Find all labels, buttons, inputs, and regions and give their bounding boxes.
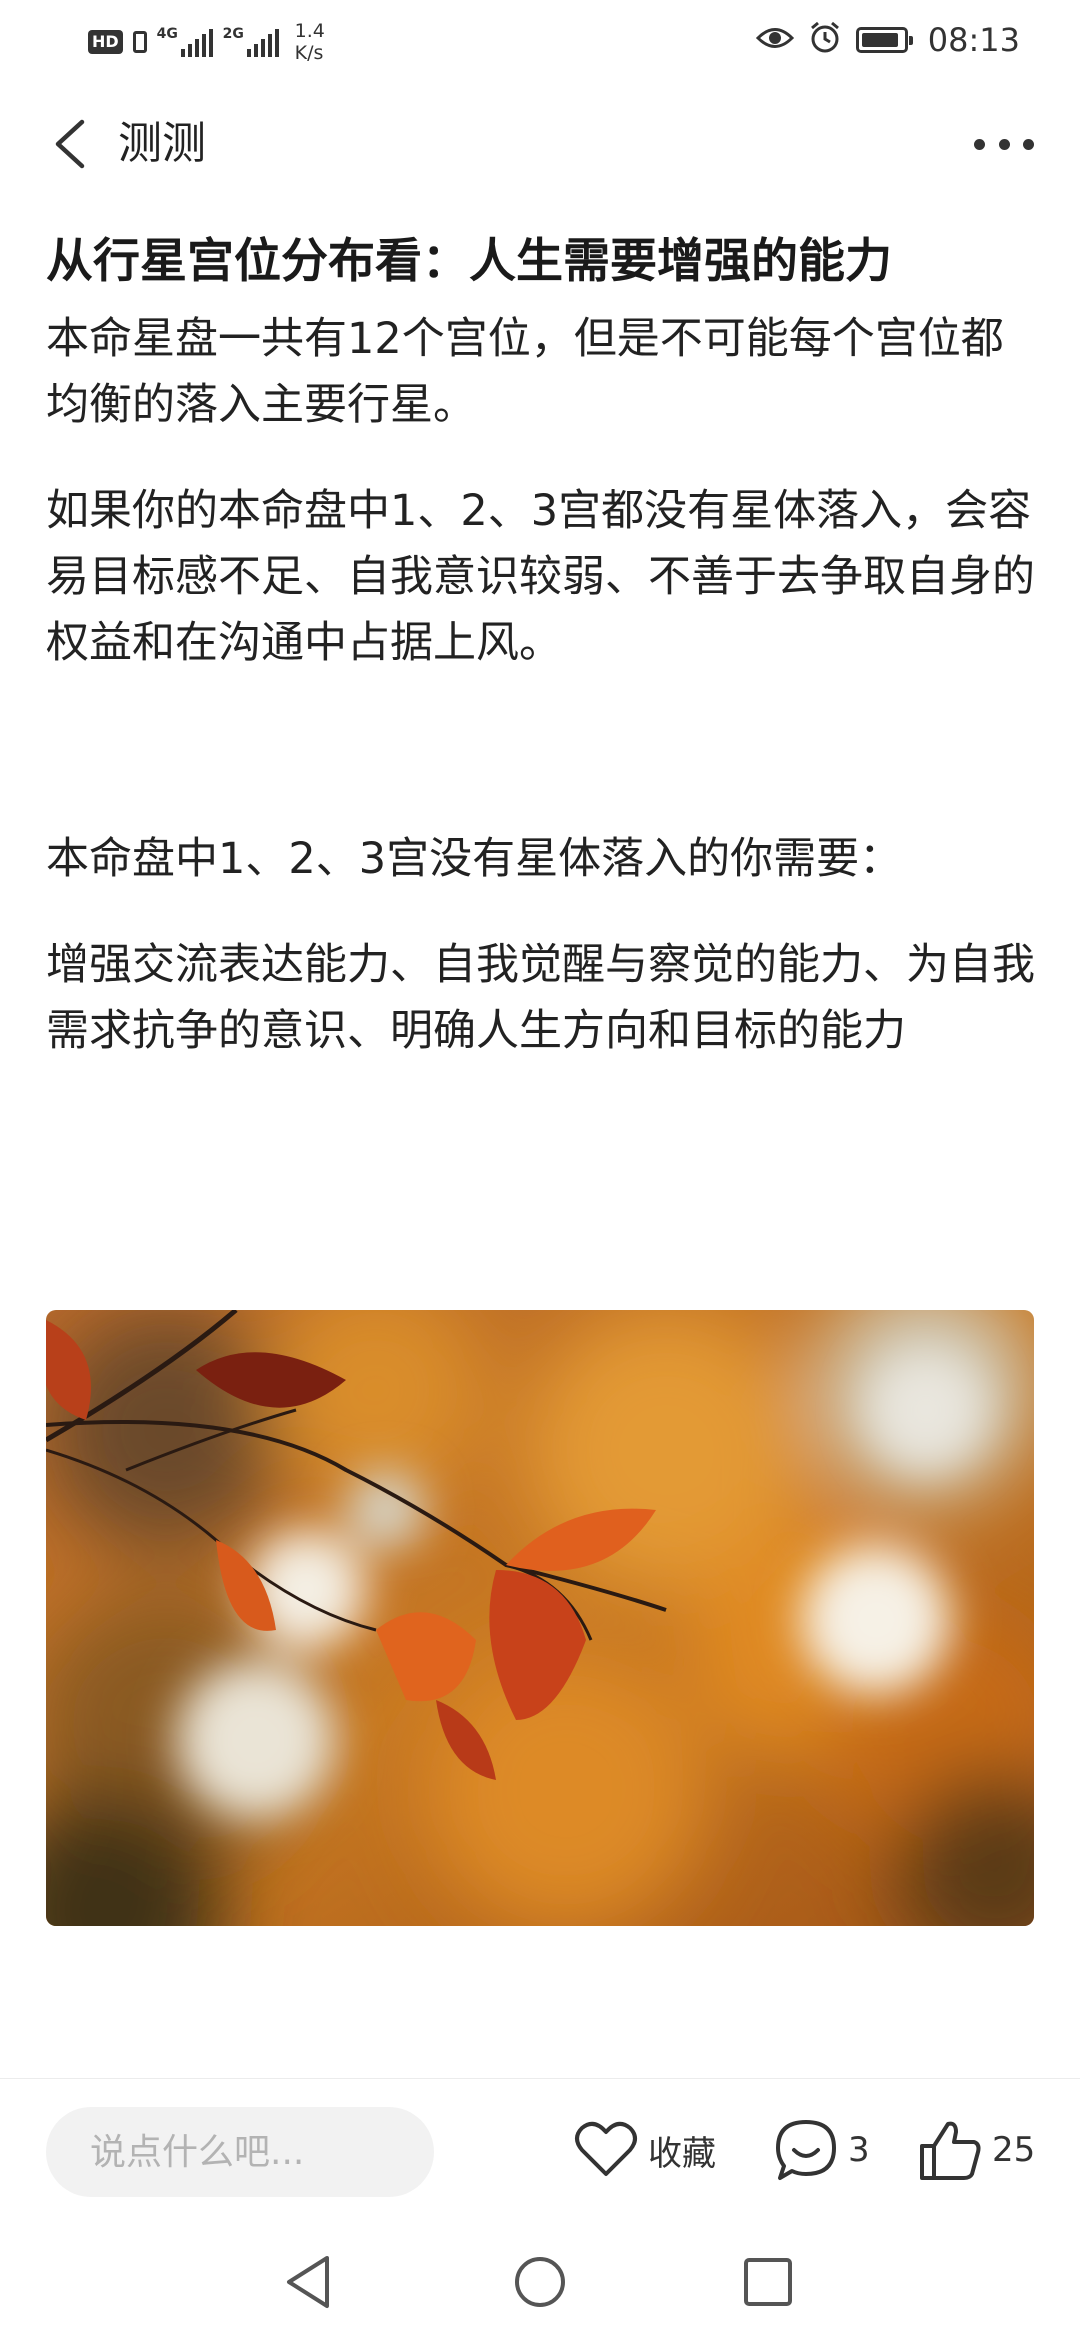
signal-4g-label: 4G xyxy=(156,26,178,42)
comment-button[interactable]: 3 xyxy=(774,2115,870,2185)
article-paragraph: 如果你的本命盘中1、2、3宫都没有星体落入，会容易目标感不足、自我意识较弱、不善… xyxy=(46,486,1035,668)
status-left: HD 4G 2G 1.4 K/s xyxy=(88,20,325,64)
signal-2g-label: 2G xyxy=(222,26,244,42)
battery-icon xyxy=(855,27,913,53)
square-recents-icon xyxy=(744,2258,792,2306)
status-bar: HD 4G 2G 1.4 K/s 08:13 xyxy=(0,0,1080,80)
signal-2g-icon: 2G xyxy=(223,27,279,57)
system-home-button[interactable] xyxy=(508,2250,572,2314)
clock: 08:13 xyxy=(927,21,1020,59)
hd-badge: HD xyxy=(88,30,123,54)
status-right: 08:13 xyxy=(755,16,1020,64)
sim-icon xyxy=(132,31,147,53)
bottom-action-bar: 收藏 3 25 xyxy=(0,2078,1080,2221)
top-nav-bar: 测测 xyxy=(0,100,1080,188)
triangle-back-icon xyxy=(287,2256,329,2308)
article-image[interactable] xyxy=(46,1310,1034,1926)
article-heading: 从行星宫位分布看：人生需要增强的能力 xyxy=(46,234,892,289)
more-button[interactable] xyxy=(974,118,1034,170)
back-button[interactable] xyxy=(44,114,100,174)
system-recents-button[interactable] xyxy=(736,2250,800,2314)
more-dots-icon xyxy=(974,138,985,150)
chat-bubble-icon xyxy=(776,2120,836,2180)
like-button[interactable]: 25 xyxy=(918,2115,1035,2185)
alarm-icon xyxy=(808,21,842,59)
network-speed: 1.4 K/s xyxy=(295,20,325,64)
system-back-button[interactable] xyxy=(276,2250,340,2314)
circle-home-icon xyxy=(515,2257,565,2307)
article-paragraph: 增强交流表达能力、自我觉醒与察觉的能力、为自我需求抗争的意识、明确人生方向和目标… xyxy=(46,940,1035,1056)
article-paragraph: 本命盘中1、2、3宫没有星体落入的你需要： xyxy=(46,834,903,884)
signal-4g-icon: 4G xyxy=(157,27,213,57)
comment-count: 3 xyxy=(848,2130,870,2170)
like-count: 25 xyxy=(992,2130,1036,2170)
thumbs-up-icon xyxy=(920,2121,981,2180)
article-body: 从行星宫位分布看：人生需要增强的能力 本命星盘一共有12个宫位，但是不可能每个宫… xyxy=(46,232,1036,1064)
heart-icon xyxy=(575,2121,637,2176)
network-speed-unit: K/s xyxy=(294,42,324,64)
eye-icon xyxy=(755,25,794,55)
comment-input[interactable] xyxy=(46,2107,434,2197)
system-navigation-bar xyxy=(0,2228,1080,2340)
favorite-button[interactable]: 收藏 xyxy=(574,2115,716,2185)
network-speed-value: 1.4 xyxy=(294,20,325,42)
nav-title: 测测 xyxy=(118,118,206,169)
chevron-left-icon xyxy=(55,119,85,169)
article-paragraph: 本命星盘一共有12个宫位，但是不可能每个宫位都均衡的落入主要行星。 xyxy=(46,314,1004,430)
autumn-leaves-image xyxy=(46,1310,1034,1926)
favorite-label: 收藏 xyxy=(648,2133,716,2174)
